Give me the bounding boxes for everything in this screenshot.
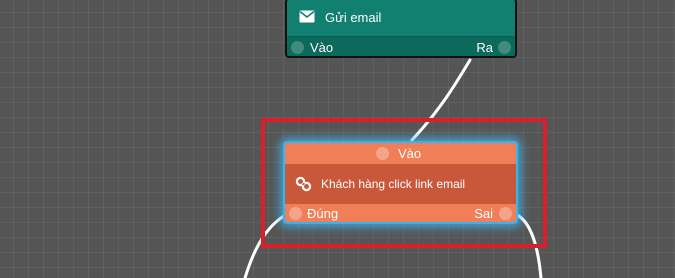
condition-node-label: Khách hàng click link email bbox=[321, 177, 466, 191]
condition-output-row: Đúng Sai bbox=[285, 204, 516, 222]
condition-input-row: Vào bbox=[285, 143, 516, 164]
link-icon bbox=[295, 176, 312, 192]
email-input-port[interactable] bbox=[291, 41, 304, 54]
email-output-label: Ra bbox=[476, 40, 493, 55]
condition-true-label: Đúng bbox=[307, 206, 339, 221]
email-node[interactable]: Gửi email Vào Ra bbox=[285, 0, 517, 58]
email-node-ports: Vào Ra bbox=[287, 37, 515, 56]
workflow-canvas[interactable]: Gửi email Vào Ra Vào Khách hàng click li… bbox=[0, 0, 675, 278]
condition-input-label: Vào bbox=[398, 146, 422, 161]
envelope-icon bbox=[299, 10, 315, 23]
condition-false-label: Sai bbox=[474, 206, 493, 221]
condition-true-port[interactable] bbox=[289, 207, 302, 220]
email-node-label: Gửi email bbox=[325, 10, 382, 25]
condition-node[interactable]: Vào Khách hàng click link email Đúng Sai bbox=[283, 141, 518, 224]
email-output-port[interactable] bbox=[498, 41, 511, 54]
condition-input-port[interactable] bbox=[376, 147, 389, 160]
email-node-body[interactable]: Gửi email bbox=[287, 0, 515, 37]
condition-node-body[interactable]: Khách hàng click link email bbox=[285, 164, 516, 204]
condition-false-port[interactable] bbox=[499, 207, 512, 220]
email-input-label: Vào bbox=[310, 40, 334, 55]
